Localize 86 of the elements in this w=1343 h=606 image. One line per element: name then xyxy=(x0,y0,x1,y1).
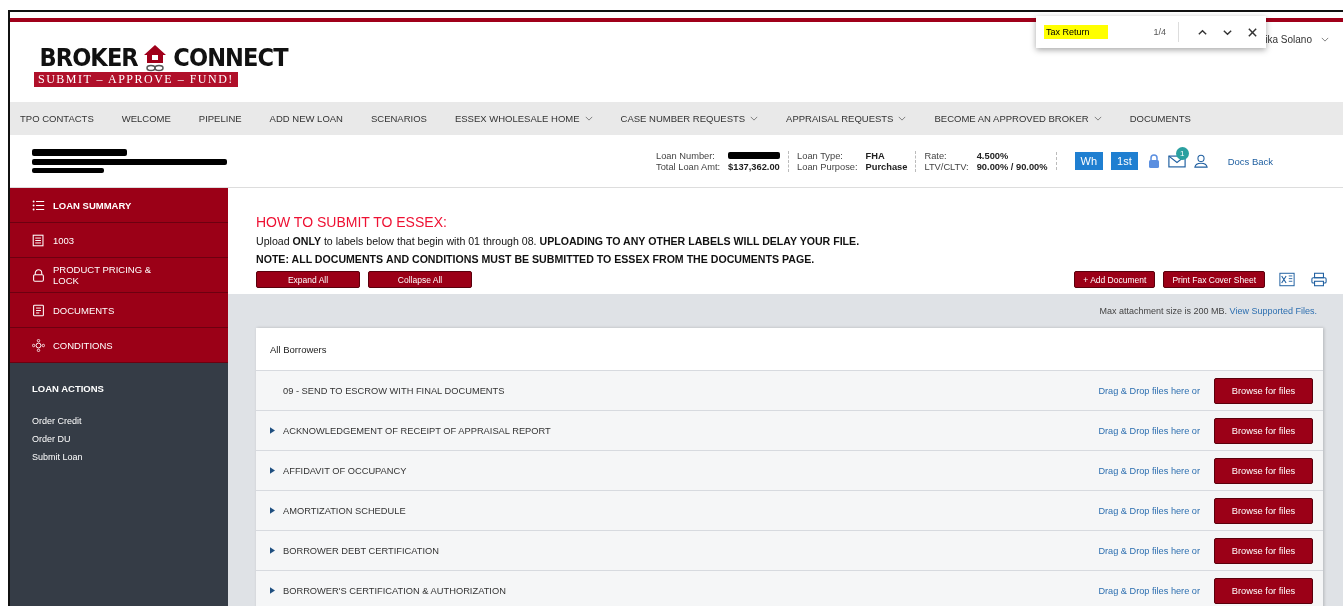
nav-link[interactable]: APPRAISAL REQUESTS xyxy=(786,113,907,124)
network-icon xyxy=(32,338,45,352)
instructions-note: NOTE: ALL DOCUMENTS AND CONDITIONS MUST BE SUBMITTED TO ESSEX FROM THE DOCUMENTS PAGE. xyxy=(256,253,816,265)
match-count: 1/4 xyxy=(1153,27,1166,37)
user-icon[interactable] xyxy=(1193,154,1208,168)
sidebar-item[interactable]: LOAN SUMMARY xyxy=(10,188,228,223)
sidebar-link[interactable]: Order DU xyxy=(32,434,206,444)
document-label: AFFIDAVIT OF OCCUPANCY xyxy=(283,465,408,476)
nav-link[interactable]: ADD NEW LOAN xyxy=(269,113,343,124)
browse-button[interactable]: Browse for files xyxy=(1214,457,1313,484)
field-value: $137,362.00 xyxy=(728,161,781,172)
section-heading: LOAN ACTIONS xyxy=(32,383,105,394)
document-label: BORROWER DEBT CERTIFICATION xyxy=(283,545,440,556)
redaction-bar xyxy=(32,168,104,173)
field-label: Loan Purpose: xyxy=(797,161,858,172)
field-label: Total Loan Amt: xyxy=(656,161,721,172)
field-value: FHA xyxy=(865,150,886,161)
instructions-text: Upload ONLY to labels below that begin with 01 through 08. UPLOADING TO ANY OTHER LABELS WILL DELAY YOUR FILE. xyxy=(256,235,861,247)
caret-icon[interactable] xyxy=(270,507,275,514)
logo-tagline: SUBMIT – APPROVE – FUND! xyxy=(34,71,238,87)
find-input[interactable]: Tax Return xyxy=(1044,25,1108,39)
nav-link[interactable]: TPO CONTACTS xyxy=(20,113,94,124)
sidebar-link[interactable]: Order Credit xyxy=(32,416,206,426)
nav-link[interactable]: CASE NUMBER REQUESTS xyxy=(620,113,759,124)
toolbar-button[interactable]: Print Fax Cover Sheet xyxy=(1163,271,1265,288)
caret-icon[interactable] xyxy=(270,547,275,554)
toolbar-button[interactable]: Expand All xyxy=(256,271,360,288)
nav-link[interactable]: BECOME AN APPROVED BROKER xyxy=(934,113,1102,124)
caret-icon[interactable] xyxy=(270,587,275,594)
print-icon[interactable] xyxy=(1311,272,1327,287)
spreadsheet-icon[interactable] xyxy=(1279,272,1295,287)
nav-link[interactable]: ESSEX WHOLESALE HOME xyxy=(454,113,593,124)
attachment-note: Max attachment size is 200 MB. xyxy=(1099,306,1228,316)
sidebar-item[interactable]: PRODUCT PRICING & LOCK xyxy=(10,258,228,293)
sidebar-link[interactable]: Submit Loan xyxy=(32,452,206,462)
field-value: 90.00% / 90.00% xyxy=(976,161,1048,172)
browse-button[interactable]: Browse for files xyxy=(1214,577,1313,604)
status-badge[interactable]: Wh xyxy=(1074,152,1103,170)
notification-count: 1 xyxy=(1175,146,1189,160)
document-label: 09 - SEND TO ESCROW WITH FINAL DOCUMENTS xyxy=(283,385,506,396)
nav-link[interactable]: WELCOME xyxy=(121,113,171,124)
logo-wordmark: CONNECT xyxy=(173,43,288,72)
document-label: ACKNOWLEDGEMENT OF RECEIPT OF APPRAISAL REPORT xyxy=(283,425,552,436)
close-icon[interactable] xyxy=(1247,26,1258,38)
user-menu[interactable]: ika Solano xyxy=(1265,34,1312,45)
sidebar-item[interactable]: CONDITIONS xyxy=(10,328,228,363)
group-title: All Borrowers xyxy=(269,342,328,357)
house-icon xyxy=(143,43,168,72)
document-icon xyxy=(32,303,45,317)
drop-zone-link[interactable]: Drag & Drop files here or xyxy=(1098,425,1200,436)
browse-button[interactable]: Browse for files xyxy=(1214,497,1313,524)
field-label: LTV/CLTV: xyxy=(924,161,969,172)
lock-icon[interactable] xyxy=(1147,154,1160,168)
sidebar-item[interactable]: DOCUMENTS xyxy=(10,293,228,328)
field-label: Loan Type: xyxy=(797,150,844,161)
drop-zone-link[interactable]: Drag & Drop files here or xyxy=(1098,385,1200,396)
field-value: Purchase xyxy=(865,161,908,172)
caret-icon[interactable] xyxy=(270,467,275,474)
caret-icon[interactable] xyxy=(270,427,275,434)
field-label: Rate: xyxy=(924,150,948,161)
field-label: Loan Number: xyxy=(656,150,716,161)
list-icon xyxy=(32,198,45,212)
docs-back-link[interactable]: Docs Back xyxy=(1227,155,1274,167)
lock-icon xyxy=(32,268,45,282)
redaction-bar xyxy=(728,152,781,159)
supported-files-link[interactable]: View Supported Files. xyxy=(1229,306,1317,316)
field-value: 4.500% xyxy=(976,150,1010,161)
browse-button[interactable]: Browse for files xyxy=(1214,377,1313,404)
browse-button[interactable]: Browse for files xyxy=(1214,537,1313,564)
browse-button[interactable]: Browse for files xyxy=(1214,417,1313,444)
status-badge[interactable]: 1st xyxy=(1111,152,1138,170)
sidebar-item[interactable]: 1003 xyxy=(10,223,228,258)
nav-link[interactable]: PIPELINE xyxy=(198,113,242,124)
drop-zone-link[interactable]: Drag & Drop files here or xyxy=(1098,545,1200,556)
document-label: AMORTIZATION SCHEDULE xyxy=(283,505,407,516)
form-icon xyxy=(32,233,45,247)
toolbar-button[interactable]: Collapse All xyxy=(368,271,472,288)
logo-wordmark: BROKER xyxy=(39,43,138,72)
nav-link[interactable]: DOCUMENTS xyxy=(1129,113,1191,124)
document-label: BORROWER'S CERTIFICATION & AUTHORIZATION xyxy=(283,585,507,596)
drop-zone-link[interactable]: Drag & Drop files here or xyxy=(1098,505,1200,516)
drop-zone-link[interactable]: Drag & Drop files here or xyxy=(1098,465,1200,476)
toolbar-button[interactable]: + Add Document xyxy=(1074,271,1156,288)
nav-link[interactable]: SCENARIOS xyxy=(370,113,427,124)
drop-zone-link[interactable]: Drag & Drop files here or xyxy=(1098,585,1200,596)
instructions-heading: HOW TO SUBMIT TO ESSEX: xyxy=(256,214,448,230)
